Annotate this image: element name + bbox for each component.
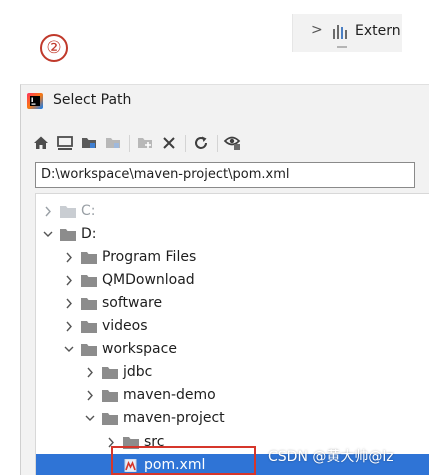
chevron-right-icon[interactable] [63, 315, 75, 338]
tree-item-label: maven-demo [123, 387, 216, 403]
tree-row[interactable]: QMDownload [36, 269, 429, 292]
dialog-titlebar[interactable]: Select Path [21, 85, 429, 117]
tree-row[interactable]: jdbc [36, 361, 429, 384]
tree-row[interactable]: software [36, 292, 429, 315]
home-icon[interactable] [31, 133, 51, 153]
tree-item-label: jdbc [123, 364, 153, 380]
show-hidden-icon[interactable] [223, 133, 243, 153]
folder-icon [81, 298, 97, 310]
chevron-right-icon[interactable] [84, 361, 96, 384]
tree-item-label: C: [81, 203, 96, 219]
chevron-right-icon[interactable] [63, 246, 75, 269]
dialog-title: Select Path [53, 92, 132, 108]
tree-row[interactable]: Program Files [36, 246, 429, 269]
project-folder-icon[interactable] [79, 133, 99, 153]
folder-icon [81, 252, 97, 264]
chevron-down-icon[interactable] [42, 223, 54, 246]
watermark: CSDN @黄大帅@lz [268, 449, 394, 465]
chevron-down-icon[interactable] [84, 407, 96, 430]
module-folder-icon[interactable] [103, 133, 123, 153]
desktop-icon[interactable] [55, 133, 75, 153]
divider [337, 46, 347, 48]
drive-icon [60, 206, 76, 218]
chevron-right-icon[interactable] [42, 200, 54, 223]
delete-x-icon[interactable] [159, 133, 179, 153]
path-input[interactable]: D:\workspace\maven-project\pom.xml [35, 162, 415, 188]
toolbar-separator [185, 135, 186, 152]
tree-row[interactable]: C: [36, 200, 429, 223]
annotation-highlight-box [111, 446, 256, 475]
tree-item-label: Program Files [102, 249, 197, 265]
chevron-down-icon[interactable] [63, 338, 75, 361]
tree-item-label: software [102, 295, 163, 311]
folder-icon [81, 344, 97, 356]
external-libraries-label[interactable]: Extern [355, 23, 401, 39]
refresh-icon[interactable] [191, 133, 211, 153]
folder-icon [81, 275, 97, 287]
folder-icon [102, 413, 118, 425]
tree-item-label: D: [81, 226, 97, 242]
new-folder-icon[interactable] [135, 133, 155, 153]
tree-row[interactable]: workspace [36, 338, 429, 361]
tree-row[interactable]: maven-demo [36, 384, 429, 407]
select-path-dialog: Select Path D:\workspace\maven-project\p… [20, 84, 429, 475]
tree-row[interactable]: D: [36, 223, 429, 246]
folder-icon [81, 321, 97, 333]
chevron-right-icon[interactable] [84, 384, 96, 407]
tree-row[interactable]: videos [36, 315, 429, 338]
tree-item-label: maven-project [123, 410, 225, 426]
toolbar-separator [129, 135, 130, 152]
library-bars-icon [333, 25, 349, 39]
folder-icon [102, 390, 118, 402]
drive-icon [60, 229, 76, 241]
tree-item-label: videos [102, 318, 148, 334]
file-tree: C: D: Program Files QMDownload software video… [35, 193, 429, 475]
external-libraries-panel: > Extern [292, 14, 402, 52]
toolbar-separator [217, 135, 218, 152]
tree-item-label: QMDownload [102, 272, 195, 288]
step-number-marker: ② [40, 34, 68, 62]
intellij-app-icon [27, 93, 43, 109]
tree-row[interactable]: maven-project [36, 407, 429, 430]
chevron-right-icon[interactable] [63, 269, 75, 292]
chevron-right-icon[interactable] [63, 292, 75, 315]
folder-icon [102, 367, 118, 379]
tree-item-label: workspace [102, 341, 177, 357]
chevron-right-icon[interactable]: > [311, 22, 323, 38]
